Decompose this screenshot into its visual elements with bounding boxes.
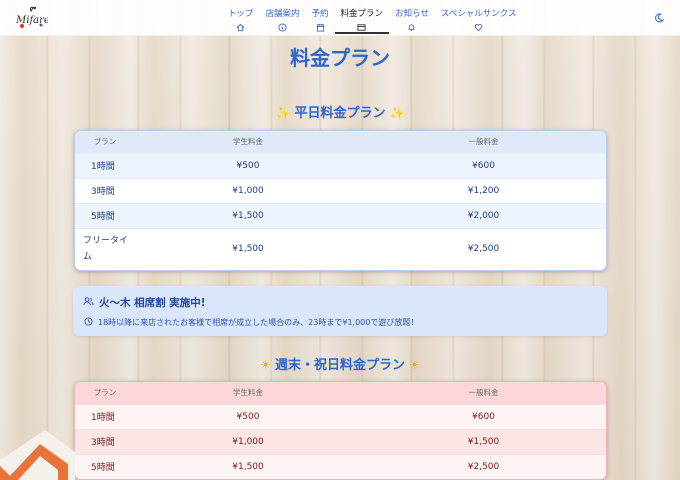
promo-title: 火〜木 相席割 実施中! xyxy=(99,297,206,309)
student-price-cell: ¥1,500 xyxy=(135,202,361,228)
nav-special-thanks-label: スペシャルサンクス xyxy=(440,9,517,19)
page-title: 料金プラン xyxy=(290,46,390,70)
plan-cell: 3時間 xyxy=(75,177,135,203)
people-icon xyxy=(83,297,94,306)
student-price-cell: ¥1,500 xyxy=(135,227,361,270)
clock-icon xyxy=(84,317,93,326)
nav-special-thanks[interactable]: スペシャルサンクス xyxy=(435,0,523,34)
main-nav: トップ 店舗案内 予約 料金プラン お知らせ スペシャルサンクス xyxy=(222,0,523,36)
logo[interactable]: Mifare xyxy=(14,6,48,30)
info-icon xyxy=(278,23,287,32)
nav-store-info-label: 店舗案内 xyxy=(265,9,300,19)
table-row: 1時間 ¥500 ¥600 xyxy=(75,403,606,429)
student-price-cell: ¥1,000 xyxy=(135,177,361,203)
sun-icon: ☀ xyxy=(260,358,271,372)
table-header-row: プラン 学生料金 一般料金 xyxy=(75,382,606,404)
nav-reservation-label: 予約 xyxy=(311,9,329,19)
table-row: 1時間 ¥500 ¥600 xyxy=(75,152,606,178)
nav-pricing-label: 料金プラン xyxy=(340,9,384,19)
sparkle-icon: ✨ xyxy=(389,106,405,120)
col-plan-header: プラン xyxy=(75,382,135,404)
weekend-title-text: 週末・祝日料金プラン xyxy=(274,358,405,373)
plan-cell: フリータイム xyxy=(75,227,135,270)
general-price-cell: ¥2,500 xyxy=(361,453,606,479)
plan-cell: 5時間 xyxy=(75,202,135,228)
promo-banner: 火〜木 相席割 実施中! 18時以降に来店されたお客様で相席が成立した場合のみ、… xyxy=(73,286,607,336)
nav-top[interactable]: トップ xyxy=(222,0,260,34)
table-row: 3時間 ¥1,000 ¥1,500 xyxy=(75,428,606,454)
table-header-row: プラン 学生料金 一般料金 xyxy=(75,131,606,153)
calendar-icon xyxy=(316,23,324,32)
general-price-cell: ¥2,500 xyxy=(361,227,606,270)
student-price-cell: ¥500 xyxy=(135,152,361,178)
student-price-cell: ¥500 xyxy=(135,403,361,429)
weekend-section-title: ☀ 週末・祝日料金プラン ☀ xyxy=(0,354,680,373)
general-price-cell: ¥600 xyxy=(361,403,606,429)
weekday-price-table: プラン 学生料金 一般料金 1時間 ¥500 ¥600 3時間 ¥1,000 ¥… xyxy=(74,130,607,271)
heart-icon xyxy=(474,24,483,32)
weekday-section-title: ✨ 平日料金プラン ✨ xyxy=(0,102,680,121)
general-price-cell: ¥1,200 xyxy=(361,177,606,203)
sparkle-icon: ✨ xyxy=(275,106,291,120)
col-plan-header: プラン xyxy=(75,131,135,153)
general-price-cell: ¥1,500 xyxy=(361,428,606,454)
nav-news[interactable]: お知らせ xyxy=(389,0,435,34)
home-icon xyxy=(236,23,245,32)
col-student-header: 学生料金 xyxy=(135,382,361,404)
student-price-cell: ¥1,500 xyxy=(135,453,361,479)
card-icon xyxy=(357,24,366,31)
weekday-title-text: 平日料金プラン xyxy=(294,106,386,121)
general-price-cell: ¥2,000 xyxy=(361,202,606,228)
table-row: 3時間 ¥1,000 ¥1,200 xyxy=(75,177,606,203)
plan-cell: 3時間 xyxy=(75,428,135,454)
sun-icon: ☀ xyxy=(409,358,420,372)
bell-icon xyxy=(409,24,415,31)
nav-pricing[interactable]: 料金プラン xyxy=(334,0,390,34)
general-price-cell: ¥600 xyxy=(361,152,606,178)
logo-text: Mifare xyxy=(15,15,48,26)
plan-cell: 5時間 xyxy=(75,453,135,479)
nav-top-label: トップ xyxy=(228,9,254,19)
plan-cell: 1時間 xyxy=(75,403,135,429)
plan-cell: 1時間 xyxy=(75,152,135,178)
decorative-shape xyxy=(0,430,75,480)
nav-news-label: お知らせ xyxy=(395,9,429,19)
col-general-header: 一般料金 xyxy=(361,382,606,404)
nav-reservation[interactable]: 予約 xyxy=(306,0,335,34)
nav-store-info[interactable]: 店舗案内 xyxy=(260,0,306,34)
table-row: フリータイム ¥1,500 ¥2,500 xyxy=(75,227,606,270)
top-header: Mifare トップ 店舗案内 予約 料金プラン お知らせ スペシャルサンクス xyxy=(0,0,680,36)
col-student-header: 学生料金 xyxy=(135,131,361,153)
promo-description: 18時以降に来店されたお客様で相席が成立した場合のみ、23時まで¥1,000で遊… xyxy=(98,318,419,327)
moon-icon[interactable] xyxy=(654,13,664,23)
student-price-cell: ¥1,000 xyxy=(135,428,361,454)
col-general-header: 一般料金 xyxy=(361,131,606,153)
table-row: 5時間 ¥1,500 ¥2,000 xyxy=(75,202,606,228)
weekend-price-table: プラン 学生料金 一般料金 1時間 ¥500 ¥600 3時間 ¥1,000 ¥… xyxy=(74,381,607,480)
table-row: 5時間 ¥1,500 ¥2,500 xyxy=(75,453,606,479)
